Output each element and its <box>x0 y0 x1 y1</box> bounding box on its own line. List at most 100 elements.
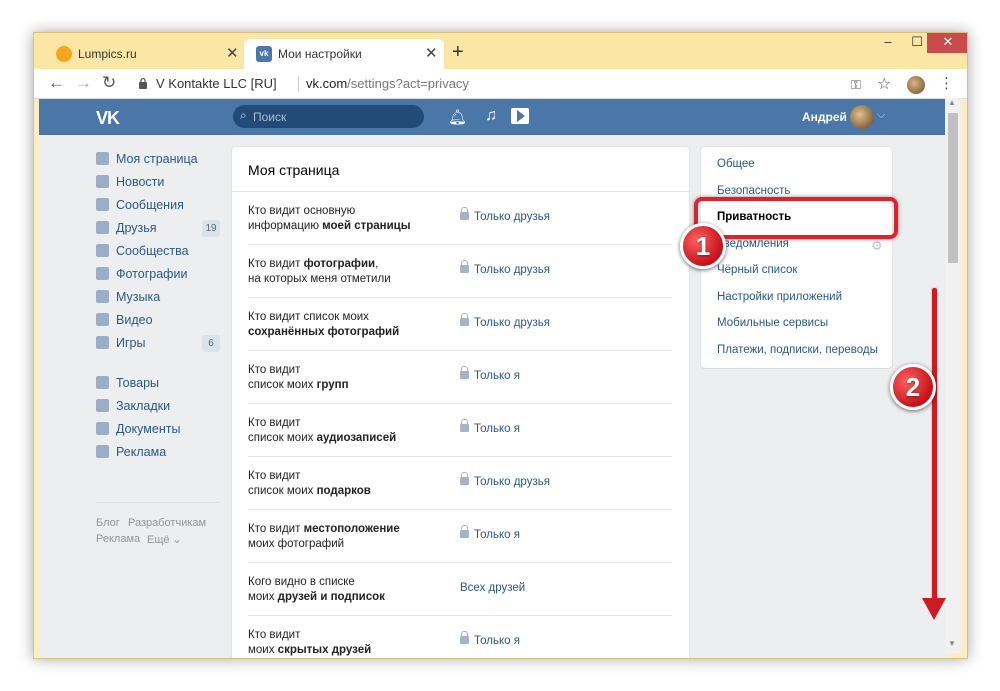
site-identity: V Kontakte LLC [RU] <box>156 76 277 91</box>
url-text[interactable]: vk.com/settings?act=privacy <box>306 76 469 91</box>
sidebar-item-goods[interactable]: Товары <box>94 373 219 395</box>
privacy-question: Кто видит список моих подарков <box>248 469 448 499</box>
privacy-value-link[interactable]: Только я <box>460 366 520 382</box>
omnibox[interactable]: V Kontakte LLC [RU] vk.com/settings?act=… <box>130 73 925 95</box>
privacy-value-link[interactable]: Только я <box>460 419 520 435</box>
scroll-down-icon[interactable]: ▼ <box>948 639 956 648</box>
privacy-row: Кто видит фотографии, на которых меня отм… <box>248 245 672 298</box>
settings-menu-item-blacklist[interactable]: Чёрный список <box>717 264 797 276</box>
privacy-value-link[interactable]: Только друзья <box>460 313 550 329</box>
goods-icon <box>96 376 109 389</box>
question-emphasis: подарков <box>316 485 371 497</box>
settings-menu-item-mobile-services[interactable]: Мобильные сервисы <box>717 317 828 329</box>
privacy-value: Только друзья <box>474 264 550 276</box>
question-emphasis: моей страницы <box>322 220 411 232</box>
browser-profile-avatar[interactable] <box>907 76 925 94</box>
sidebar-item-bookmarks[interactable]: Закладки <box>94 396 219 418</box>
settings-menu-item-app-settings[interactable]: Настройки приложений <box>717 291 842 303</box>
sidebar-item-label: Сообщения <box>116 198 184 212</box>
footer-link-developers[interactable]: Разработчикам <box>128 517 206 529</box>
privacy-question: Кто видит список моих аудиозаписей <box>248 416 448 446</box>
search-input[interactable] <box>253 108 413 125</box>
sidebar-item-video[interactable]: Видео <box>94 310 219 332</box>
privacy-value-link[interactable]: Только я <box>460 525 520 541</box>
step-2-badge: 2 <box>890 364 936 410</box>
question-text: список моих <box>248 485 317 497</box>
back-arrow-icon[interactable]: ← <box>48 73 65 93</box>
user-avatar[interactable] <box>850 105 874 129</box>
url-separator <box>298 76 299 92</box>
question-text: на которых меня отметили <box>248 273 391 285</box>
page-scrollbar[interactable]: ▲ ▼ <box>945 98 961 653</box>
sidebar-item-messages[interactable]: Сообщения <box>94 195 219 217</box>
sidebar-item-games[interactable]: Игры 6 <box>94 333 220 355</box>
close-window-button[interactable]: ✕ <box>927 33 967 53</box>
sidebar-item-label: Моя страница <box>116 152 198 166</box>
arrow-down-icon <box>922 598 946 620</box>
browser-window: Lumpics.ru ✕ vk Мои настройки ✕ + ‒ ☐ ✕ … <box>33 32 968 659</box>
footer-link-ads[interactable]: Реклама <box>96 533 140 545</box>
privacy-value-link[interactable]: Всех друзей <box>460 582 525 594</box>
settings-menu-item-notifications[interactable]: Уведомления <box>717 238 789 250</box>
chevron-down-icon[interactable]: ⌵ <box>877 109 885 122</box>
sidebar-item-ads[interactable]: Реклама <box>94 442 219 464</box>
vk-page: VK ⌕ 🔔︎ ♫ Андрей ⌵ Моя страница Новости Со… <box>39 99 950 658</box>
sidebar-item-music[interactable]: Музыка <box>94 287 219 309</box>
footer-link-blog[interactable]: Блог <box>96 517 120 529</box>
screenshot-stage: Lumpics.ru ✕ vk Мои настройки ✕ + ‒ ☐ ✕ … <box>0 0 1000 691</box>
forward-arrow-icon[interactable]: → <box>75 73 92 93</box>
scroll-thumb[interactable] <box>948 113 958 263</box>
music-note-icon[interactable]: ♫ <box>485 107 497 125</box>
scroll-up-icon[interactable]: ▲ <box>948 98 956 107</box>
sidebar-item-home[interactable]: Моя страница <box>94 149 219 171</box>
privacy-value-link[interactable]: Только друзья <box>460 207 550 223</box>
privacy-row: Кто видит список моих аудиозаписей Только … <box>248 404 672 457</box>
privacy-value-link[interactable]: Только друзья <box>460 260 550 276</box>
sidebar-item-label: Игры <box>116 336 146 350</box>
privacy-value-link[interactable]: Только я <box>460 631 520 647</box>
sidebar-item-label: Реклама <box>116 445 167 459</box>
gear-icon[interactable]: ⚙ <box>871 238 883 254</box>
tab-settings[interactable]: vk Мои настройки ✕ <box>244 39 444 69</box>
privacy-question: Кто видит список моих групп <box>248 363 448 393</box>
settings-menu-item-payments[interactable]: Платежи, подписки, переводы <box>717 344 878 356</box>
sidebar-item-photos[interactable]: Фотографии <box>94 264 219 286</box>
kebab-menu-icon[interactable]: ⋮ <box>939 74 954 92</box>
sidebar-item-label: Друзья <box>116 221 157 235</box>
section-title: Моя страница <box>248 162 340 178</box>
privacy-value: Только я <box>474 423 520 435</box>
play-icon[interactable] <box>511 108 529 124</box>
privacy-question: Кто видит основную информацию моей страни… <box>248 204 448 234</box>
highlight-privacy-box <box>694 197 898 239</box>
search-box[interactable]: ⌕ <box>233 105 424 128</box>
sidebar-item-documents[interactable]: Документы <box>94 419 219 441</box>
settings-menu-item-security[interactable]: Безопасность <box>717 185 790 197</box>
bell-icon[interactable]: 🔔︎ <box>448 108 467 126</box>
star-icon[interactable]: ☆ <box>877 74 891 94</box>
privacy-value: Всех друзей <box>460 582 526 594</box>
sidebar-item-news[interactable]: Новости <box>94 172 219 194</box>
sidebar-item-friends[interactable]: Друзья 19 <box>94 218 220 240</box>
vk-logo[interactable]: VK <box>96 108 120 129</box>
new-tab-button[interactable]: + <box>452 41 464 64</box>
footer-link-more[interactable]: Ещё ⌄ <box>147 533 182 546</box>
question-emphasis: фотографии <box>303 258 376 270</box>
settings-menu-item-general[interactable]: Общее <box>717 158 755 170</box>
left-menu-divider <box>96 502 219 503</box>
tab-close-icon[interactable]: ✕ <box>226 44 239 62</box>
privacy-value-link[interactable]: Только друзья <box>460 472 550 488</box>
tab-close-icon[interactable]: ✕ <box>425 44 438 62</box>
key-icon[interactable]: ⚿ <box>851 77 861 93</box>
question-text: моих <box>248 644 278 656</box>
question-text: моих <box>248 591 278 603</box>
tab-label: Мои настройки <box>278 47 362 61</box>
privacy-row: Кого видно в списке моих друзей и подписо… <box>248 563 672 616</box>
tab-label: Lumpics.ru <box>78 47 137 61</box>
sidebar-item-label: Товары <box>116 376 159 390</box>
reload-icon[interactable]: ↻ <box>102 73 116 93</box>
tab-lumpics[interactable]: Lumpics.ru ✕ <box>44 39 244 69</box>
sidebar-item-label: Музыка <box>116 290 161 304</box>
step-1-badge: 1 <box>680 223 726 269</box>
sidebar-item-communities[interactable]: Сообщества <box>94 241 219 263</box>
user-name[interactable]: Андрей <box>802 110 847 124</box>
